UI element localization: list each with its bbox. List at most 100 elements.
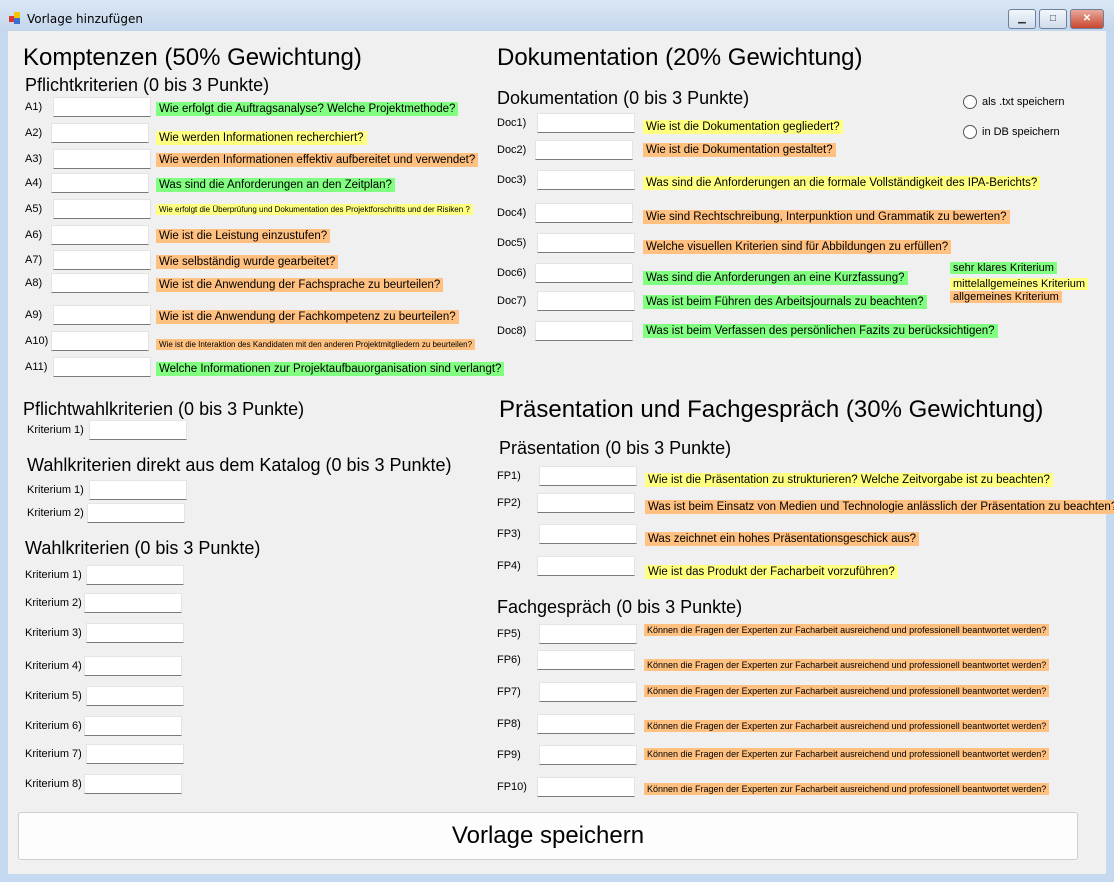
criterion-fp-label: FP2) <box>497 497 521 509</box>
criterion-a-input[interactable] <box>51 331 149 351</box>
katalog-label: Kriterium 2) <box>27 507 84 519</box>
criterion-a-input[interactable] <box>51 123 149 143</box>
criterion-fp-label: FP1) <box>497 470 521 482</box>
criterion-fp-question: Können die Fragen der Experten zur Facha… <box>644 748 1050 760</box>
criterion-fp-input[interactable] <box>539 745 637 765</box>
section-heading-dokumentation: Dokumentation (20% Gewichtung) <box>497 44 863 71</box>
criterion-a-input[interactable] <box>53 357 151 377</box>
criterion-doc-input[interactable] <box>535 263 633 283</box>
criterion-fp-input[interactable] <box>539 682 637 702</box>
save-template-button[interactable]: Vorlage speichern <box>18 812 1078 860</box>
title-bar[interactable]: Vorlage hinzufügen ▁ □ ✕ <box>0 0 1114 32</box>
criterion-doc-label: Doc4) <box>497 207 527 219</box>
wahlkriterium-input[interactable] <box>86 686 184 706</box>
criterion-doc-question: Wie ist die Dokumentation gegliedert? <box>643 120 843 134</box>
wahlkriterium-label: Kriterium 1) <box>25 569 82 581</box>
wahlkriterium-input[interactable] <box>86 623 184 643</box>
section-heading-praesentation: Präsentation und Fachgespräch (30% Gewic… <box>499 396 1044 423</box>
criterion-doc-question: Welche visuellen Kriterien sind für Abbi… <box>643 240 952 254</box>
criterion-a-input[interactable] <box>51 273 149 293</box>
criterion-doc-label: Doc6) <box>497 267 527 279</box>
criterion-a-input[interactable] <box>53 199 151 219</box>
criterion-doc-input[interactable] <box>537 113 635 133</box>
save-option-label[interactable]: in DB speichern <box>982 126 1060 138</box>
criterion-fp-label: FP6) <box>497 654 521 666</box>
criterion-doc-label: Doc8) <box>497 325 527 337</box>
section-heading-kompetenzen: Komptenzen (50% Gewichtung) <box>23 44 362 71</box>
criterion-doc-input[interactable] <box>535 203 633 223</box>
criterion-fp-question: Was ist beim Einsatz von Medien und Tech… <box>645 500 1114 514</box>
legend-item: sehr klares Kriterium <box>950 262 1057 274</box>
criterion-a-input[interactable] <box>53 97 151 117</box>
wahlkriterium-input[interactable] <box>84 593 182 613</box>
save-option-label[interactable]: als .txt speichern <box>982 96 1065 108</box>
criterion-fp-question: Wie ist das Produkt der Facharbeit vorzu… <box>645 565 898 579</box>
subheading-praesentation: Präsentation (0 bis 3 Punkte) <box>499 438 732 458</box>
criterion-a-input[interactable] <box>51 173 149 193</box>
criterion-a-input[interactable] <box>51 225 149 245</box>
close-button[interactable]: ✕ <box>1070 9 1104 29</box>
criterion-fp-input[interactable] <box>539 466 637 486</box>
wahlkriterium-input[interactable] <box>84 656 182 676</box>
criterion-a-input[interactable] <box>53 305 151 325</box>
subheading-dokumentation: Dokumentation (0 bis 3 Punkte) <box>497 88 750 108</box>
criterion-a-label: A4) <box>25 177 43 189</box>
criterion-doc-input[interactable] <box>537 233 635 253</box>
criterion-doc-input[interactable] <box>535 321 633 341</box>
subheading-pflichtwahlkriterien: Pflichtwahlkriterien (0 bis 3 Punkte) <box>23 399 305 419</box>
save-option-radio[interactable] <box>963 95 977 109</box>
criterion-fp-input[interactable] <box>537 650 635 670</box>
criterion-doc-question: Wie sind Rechtschreibung, Interpunktion … <box>643 210 1010 224</box>
subheading-katalog: Wahlkriterien direkt aus dem Katalog (0 … <box>27 455 452 475</box>
criterion-fp-input[interactable] <box>537 556 635 576</box>
criterion-doc-input[interactable] <box>537 291 635 311</box>
criterion-doc-question: Was sind die Anforderungen an die formal… <box>643 176 1041 190</box>
wahlkriterium-input[interactable] <box>86 744 184 764</box>
criterion-fp-question: Wie ist die Präsentation zu strukturiere… <box>645 473 1053 487</box>
criterion-a-question: Wie werden Informationen recherchiert? <box>156 131 367 145</box>
wahlkriterium-label: Kriterium 6) <box>25 720 82 732</box>
wahlkriterium-input[interactable] <box>86 565 184 585</box>
criterion-a-question: Wie ist die Interaktion des Kandidaten m… <box>156 339 476 350</box>
save-option-radio[interactable] <box>963 125 977 139</box>
criterion-fp-input[interactable] <box>539 624 637 644</box>
subheading-pflichtkriterien: Pflichtkriterien (0 bis 3 Punkte) <box>25 75 270 95</box>
wahlkriterium-input[interactable] <box>84 716 182 736</box>
criterion-doc-input[interactable] <box>535 140 633 160</box>
criterion-fp-question: Können die Fragen der Experten zur Facha… <box>644 783 1050 795</box>
criterion-a-input[interactable] <box>53 149 151 169</box>
wahlkriterium-input[interactable] <box>84 774 182 794</box>
subheading-wahlkriterien: Wahlkriterien (0 bis 3 Punkte) <box>25 538 261 558</box>
criterion-doc-input[interactable] <box>537 170 635 190</box>
wahlkriterium-label: Kriterium 2) <box>25 597 82 609</box>
pflichtwahl-label: Kriterium 1) <box>27 424 84 436</box>
criterion-a-label: A10) <box>25 335 49 347</box>
criterion-doc-question: Was sind die Anforderungen an eine Kurzf… <box>643 271 908 285</box>
minimize-button[interactable]: ▁ <box>1008 9 1036 29</box>
katalog-input[interactable] <box>89 480 187 500</box>
criterion-doc-question: Was ist beim Verfassen des persönlichen … <box>643 324 998 338</box>
criterion-fp-question: Können die Fragen der Experten zur Facha… <box>644 624 1050 636</box>
pflichtwahl-input[interactable] <box>89 420 187 440</box>
katalog-input[interactable] <box>87 503 185 523</box>
criterion-fp-input[interactable] <box>539 524 637 544</box>
criterion-a-label: A3) <box>25 153 43 165</box>
criterion-a-input[interactable] <box>53 250 151 270</box>
criterion-fp-label: FP10) <box>497 781 527 793</box>
criterion-a-question: Was sind die Anforderungen an den Zeitpl… <box>156 178 395 192</box>
criterion-fp-question: Können die Fragen der Experten zur Facha… <box>644 659 1050 671</box>
criterion-a-label: A9) <box>25 309 43 321</box>
criterion-fp-question: Können die Fragen der Experten zur Facha… <box>644 685 1050 697</box>
criterion-fp-label: FP7) <box>497 686 521 698</box>
criterion-a-label: A6) <box>25 229 43 241</box>
criterion-fp-input[interactable] <box>537 714 635 734</box>
criterion-a-question: Welche Informationen zur Projektaufbauor… <box>156 362 505 376</box>
criterion-fp-input[interactable] <box>537 493 635 513</box>
criterion-fp-input[interactable] <box>537 777 635 797</box>
criterion-doc-question: Wie ist die Dokumentation gestaltet? <box>643 143 836 157</box>
wahlkriterium-label: Kriterium 3) <box>25 627 82 639</box>
maximize-button[interactable]: □ <box>1039 9 1067 29</box>
criterion-fp-label: FP5) <box>497 628 521 640</box>
criterion-a-question: Wie selbständig wurde gearbeitet? <box>156 255 339 269</box>
criterion-fp-label: FP3) <box>497 528 521 540</box>
